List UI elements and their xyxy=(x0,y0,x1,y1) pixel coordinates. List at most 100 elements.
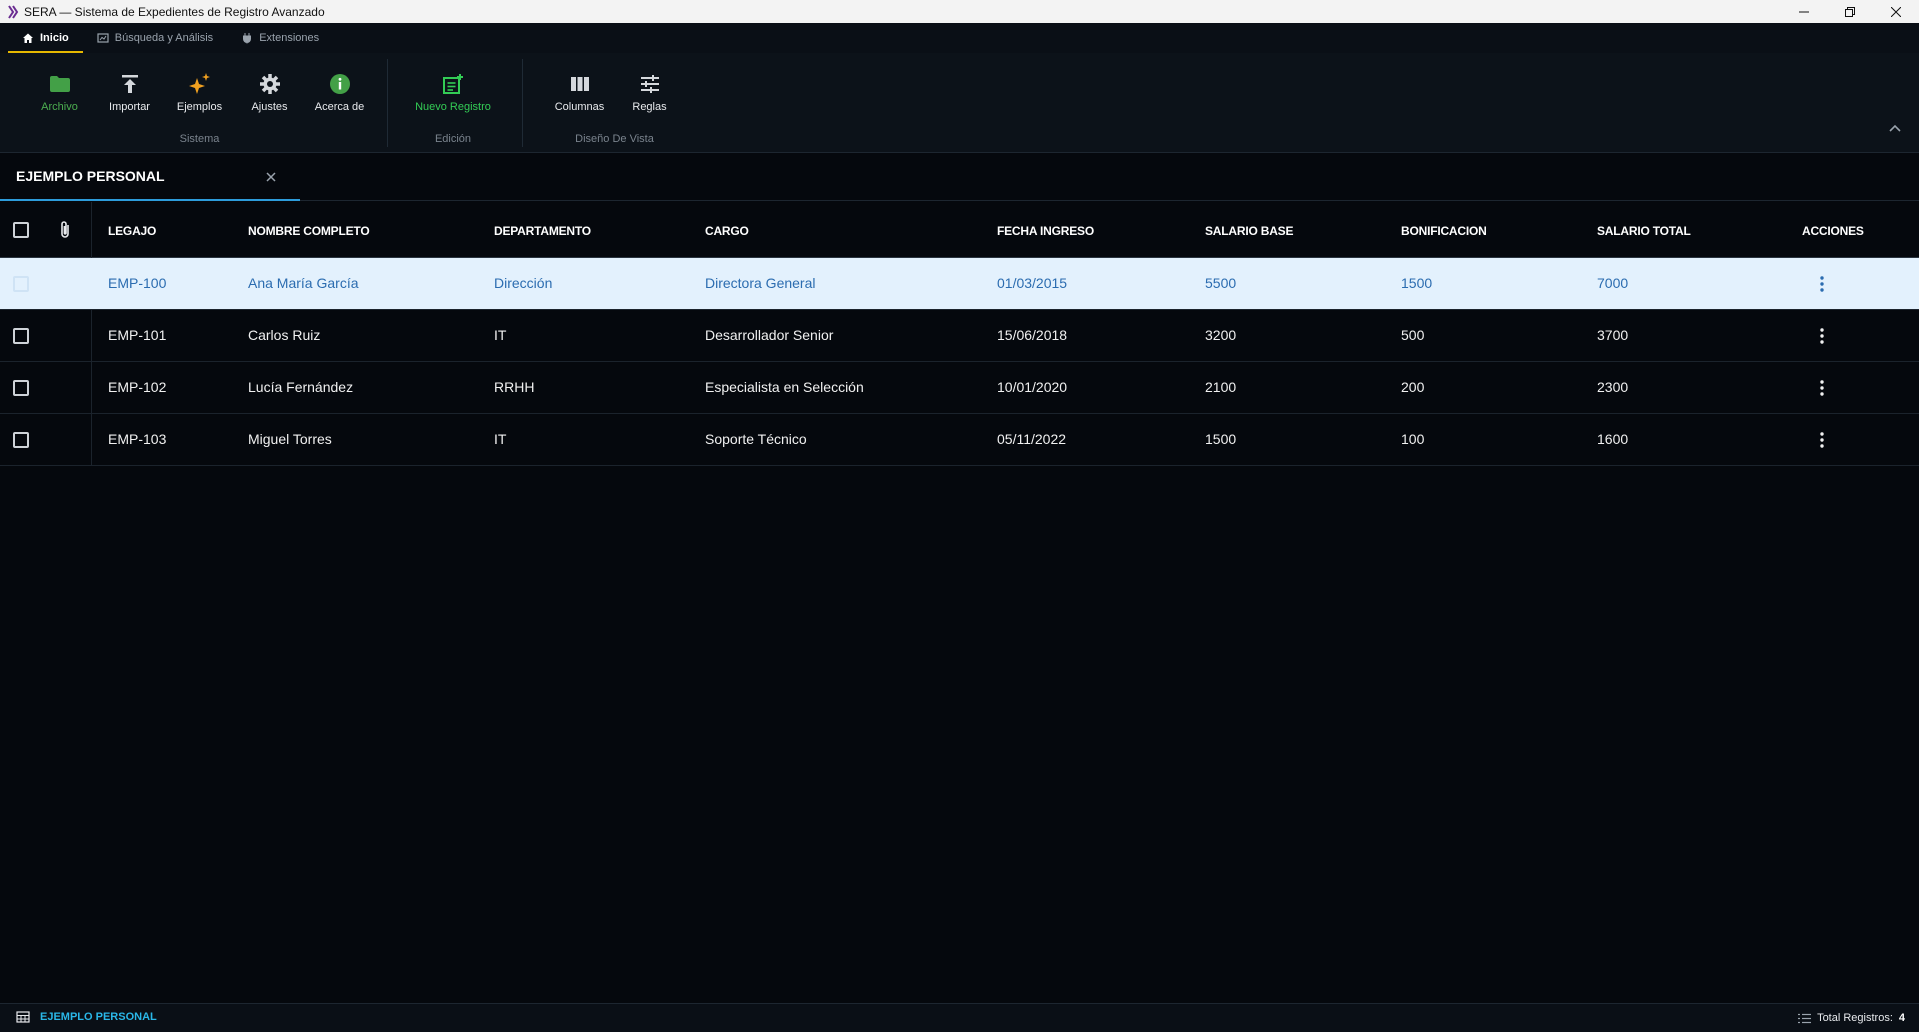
button-label: Ejemplos xyxy=(176,101,223,113)
tab-label: Inicio xyxy=(40,32,69,44)
cell-nombre: Carlos Ruiz xyxy=(248,327,321,343)
cell-departamento: IT xyxy=(494,327,507,343)
cell-cargo: Directora General xyxy=(705,275,816,291)
column-header-legajo[interactable]: LEGAJO xyxy=(108,224,156,238)
document-tab[interactable]: EJEMPLO PERSONAL xyxy=(0,154,300,201)
row-checkbox[interactable] xyxy=(13,328,29,344)
ribbon-tab-bar: Inicio Búsqueda y Análisis Extensiones xyxy=(0,23,1919,53)
row-checkbox[interactable] xyxy=(13,380,29,396)
row-actions-button[interactable] xyxy=(1812,378,1832,398)
folder-icon xyxy=(49,76,70,92)
tab-inicio[interactable]: Inicio xyxy=(8,23,83,53)
cell-bonificacion: 200 xyxy=(1401,379,1425,395)
row-actions-button[interactable] xyxy=(1812,326,1832,346)
column-header-salario-base[interactable]: SALARIO BASE xyxy=(1205,224,1293,238)
cell-salario-base: 1500 xyxy=(1205,431,1237,447)
button-label: Nuevo Registro xyxy=(415,101,491,113)
tab-busqueda-analisis[interactable]: Búsqueda y Análisis xyxy=(83,23,227,53)
analysis-icon xyxy=(97,33,109,43)
table-header: LEGAJO NOMBRE COMPLETO DEPARTAMENTO CARG… xyxy=(0,202,1919,258)
cell-salario-base: 5500 xyxy=(1205,275,1237,291)
table-row[interactable]: EMP-100 Ana María García Dirección Direc… xyxy=(0,258,1919,310)
column-header-departamento[interactable]: DEPARTAMENTO xyxy=(494,224,591,238)
ajustes-button[interactable]: Ajustes xyxy=(235,71,305,113)
cell-legajo: EMP-100 xyxy=(108,275,167,291)
group-label: Diseño De Vista xyxy=(575,133,654,145)
cell-departamento: IT xyxy=(494,431,507,447)
close-window-button[interactable] xyxy=(1873,0,1919,23)
importar-button[interactable]: Importar xyxy=(95,71,165,113)
document-tab-title: EJEMPLO PERSONAL xyxy=(16,168,165,184)
table-icon xyxy=(16,1011,30,1023)
more-vertical-icon xyxy=(1820,328,1824,344)
more-vertical-icon xyxy=(1820,276,1824,292)
more-vertical-icon xyxy=(1820,432,1824,448)
cell-salario-base: 2100 xyxy=(1205,379,1237,395)
cell-nombre: Miguel Torres xyxy=(248,431,332,447)
window-controls xyxy=(1781,0,1919,23)
button-label: Columnas xyxy=(554,101,605,113)
total-records-value: 4 xyxy=(1898,1012,1905,1024)
button-label: Acerca de xyxy=(314,101,365,113)
nuevo-registro-button[interactable]: Nuevo Registro xyxy=(403,71,503,113)
collapse-ribbon-icon[interactable] xyxy=(1887,121,1903,137)
sparkle-icon xyxy=(188,73,210,94)
plugin-icon xyxy=(243,33,252,44)
tab-extensiones[interactable]: Extensiones xyxy=(227,23,333,53)
app-icon xyxy=(5,4,21,20)
gear-icon xyxy=(259,74,280,94)
acerca-de-button[interactable]: Acerca de xyxy=(305,71,375,113)
column-header-nombre[interactable]: NOMBRE COMPLETO xyxy=(248,224,370,238)
minimize-button[interactable] xyxy=(1781,0,1827,23)
column-header-fecha-ingreso[interactable]: FECHA INGRESO xyxy=(997,224,1094,238)
table-row[interactable]: EMP-101 Carlos Ruiz IT Desarrollador Sen… xyxy=(0,310,1919,362)
cell-fecha-ingreso: 10/01/2020 xyxy=(997,379,1068,395)
attachment-icon[interactable] xyxy=(58,220,72,240)
column-header-cargo[interactable]: CARGO xyxy=(705,224,749,238)
archivo-button[interactable]: Archivo xyxy=(25,71,95,113)
cell-departamento: RRHH xyxy=(494,379,535,395)
row-checkbox[interactable] xyxy=(13,276,29,292)
tab-label: Extensiones xyxy=(259,32,320,44)
cell-salario-total: 2300 xyxy=(1597,379,1629,395)
button-label: Archivo xyxy=(41,101,78,113)
ejemplos-button[interactable]: Ejemplos xyxy=(165,71,235,113)
cell-fecha-ingreso: 05/11/2022 xyxy=(997,431,1067,447)
restore-button[interactable] xyxy=(1827,0,1873,23)
title-bar: SERA — Sistema de Expedientes de Registr… xyxy=(0,0,1919,23)
restore-icon xyxy=(1845,6,1855,17)
list-icon xyxy=(1798,1013,1812,1023)
row-checkbox[interactable] xyxy=(13,432,29,448)
cell-cargo: Soporte Técnico xyxy=(705,431,807,447)
row-actions-button[interactable] xyxy=(1812,274,1832,294)
select-all-checkbox[interactable] xyxy=(13,222,29,238)
button-label: Reglas xyxy=(632,101,667,113)
tab-label: Búsqueda y Análisis xyxy=(114,32,214,44)
cell-nombre: Lucía Fernández xyxy=(248,379,354,395)
cell-bonificacion: 100 xyxy=(1401,431,1425,447)
table-row[interactable]: EMP-103 Miguel Torres IT Soporte Técnico… xyxy=(0,414,1919,466)
close-tab-icon[interactable] xyxy=(264,170,278,184)
column-header-acciones: ACCIONES xyxy=(1802,224,1864,238)
ribbon: Archivo Importar Ejemplos Ajustes Acerca… xyxy=(0,53,1919,153)
close-icon xyxy=(1891,6,1901,17)
upload-icon xyxy=(121,75,138,93)
cell-nombre: Ana María García xyxy=(248,275,359,291)
cell-legajo: EMP-103 xyxy=(108,431,167,447)
table-row[interactable]: EMP-102 Lucía Fernández RRHH Especialist… xyxy=(0,362,1919,414)
more-vertical-icon xyxy=(1820,380,1824,396)
group-label: Edición xyxy=(434,133,472,145)
cell-salario-total: 3700 xyxy=(1597,327,1629,343)
column-header-salario-total[interactable]: SALARIO TOTAL xyxy=(1597,224,1691,238)
info-icon xyxy=(329,74,350,94)
cell-cargo: Desarrollador Senior xyxy=(705,327,834,343)
sliders-icon xyxy=(640,75,659,93)
cell-salario-base: 3200 xyxy=(1205,327,1237,343)
cell-fecha-ingreso: 01/03/2015 xyxy=(997,275,1068,291)
reglas-button[interactable]: Reglas xyxy=(615,71,685,113)
column-header-bonificacion[interactable]: BONIFICACION xyxy=(1401,224,1487,238)
columnas-button[interactable]: Columnas xyxy=(545,71,615,113)
cell-salario-total: 1600 xyxy=(1597,431,1629,447)
cell-bonificacion: 500 xyxy=(1401,327,1425,343)
row-actions-button[interactable] xyxy=(1812,430,1832,450)
